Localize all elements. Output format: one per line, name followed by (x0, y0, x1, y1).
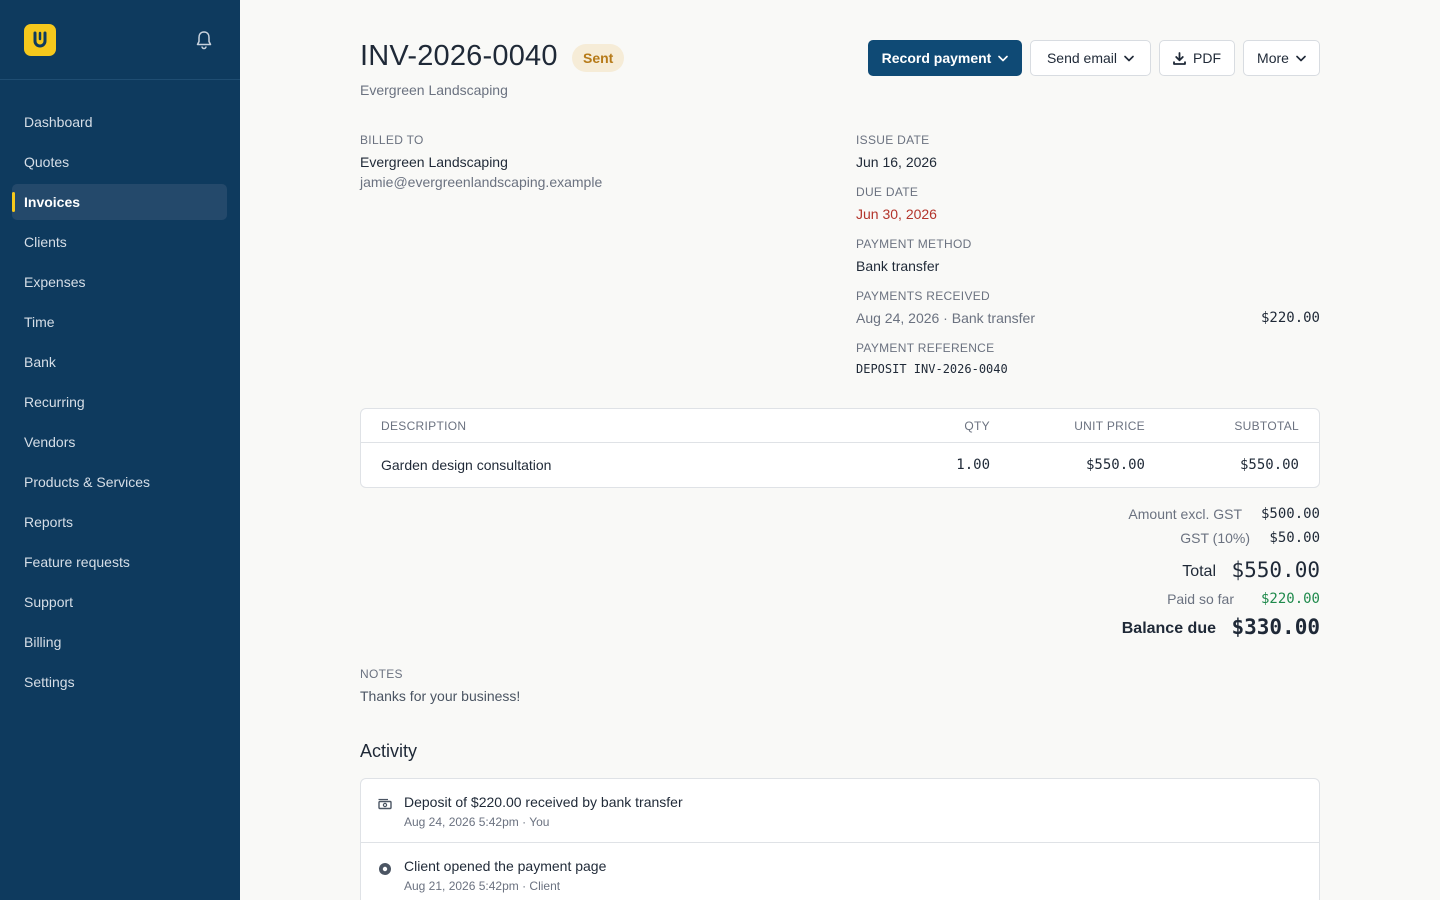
issue-date-label: ISSUE DATE (856, 133, 930, 147)
pdf-button[interactable]: PDF (1159, 40, 1235, 76)
activity-list: Deposit of $220.00 received by bank tran… (360, 778, 1320, 900)
gst-label: GST (10%) (1180, 530, 1250, 546)
billed-to-name: Evergreen Landscaping (360, 154, 508, 170)
sidebar-item-reports[interactable]: Reports (12, 504, 227, 540)
billed-to-email: jamie@evergreenlandscaping.example (360, 174, 603, 190)
column-header-subtotal: SUBTOTAL (1234, 419, 1299, 433)
total-label: Total (1182, 563, 1216, 580)
sidebar-item-invoices[interactable]: Invoices (12, 184, 227, 220)
record-payment-label: Record payment (881, 50, 992, 66)
payment-received-text: Aug 24, 2026 · Bank transfer (856, 310, 1035, 326)
column-header-qty: QTY (964, 419, 990, 433)
gst-value: $50.00 (1269, 530, 1320, 546)
payment-method-label: PAYMENT METHOD (856, 237, 972, 251)
list-item: Deposit of $220.00 received by bank tran… (361, 779, 1319, 842)
more-button[interactable]: More (1243, 40, 1320, 76)
activity-text: Deposit of $220.00 received by bank tran… (404, 794, 683, 810)
sidebar-item-label: Products & Services (24, 474, 151, 490)
sidebar-item-time[interactable]: Time (12, 304, 227, 340)
total-value: $550.00 (1231, 558, 1320, 582)
chevron-down-icon (1124, 55, 1134, 61)
sidebar-item-settings[interactable]: Settings (12, 664, 227, 700)
sidebar-header (0, 0, 240, 80)
sidebar-item-billing[interactable]: Billing (12, 624, 227, 660)
sidebar-item-label: Dashboard (24, 114, 93, 130)
activity-heading: Activity (360, 741, 418, 761)
payment-reference-value: DEPOSIT INV-2026-0040 (856, 362, 1008, 376)
chevron-down-icon (1296, 55, 1306, 61)
sidebar-item-expenses[interactable]: Expenses (12, 264, 227, 300)
column-header-unit-price: UNIT PRICE (1074, 419, 1145, 433)
sidebar-item-feature-requests[interactable]: Feature requests (12, 544, 227, 580)
pdf-label: PDF (1193, 50, 1221, 66)
sidebar-item-label: Invoices (24, 194, 81, 210)
amount-excl-gst-value: $500.00 (1260, 506, 1320, 522)
bell-icon[interactable] (193, 29, 215, 51)
amount-excl-gst-label: Amount excl. GST (1128, 506, 1242, 522)
sidebar-item-label: Support (24, 594, 74, 610)
sidebar-item-label: Recurring (24, 394, 85, 410)
app-logo-icon[interactable] (24, 24, 56, 56)
send-email-button[interactable]: Send email (1030, 40, 1151, 76)
row-unit-price: $550.00 (1085, 457, 1145, 473)
activity-text: Client opened the payment page (404, 858, 607, 874)
sidebar-item-label: Reports (24, 514, 74, 530)
due-date-value: Jun 30, 2026 (856, 206, 937, 222)
status-badge: Sent (572, 44, 625, 72)
sidebar-item-label: Clients (24, 234, 67, 250)
record-payment-button[interactable]: Record payment (868, 40, 1022, 76)
cash-icon (378, 798, 392, 810)
more-label: More (1257, 50, 1289, 66)
sidebar-item-label: Billing (24, 634, 62, 650)
due-date-label: DUE DATE (856, 185, 919, 199)
notes-label: NOTES (360, 667, 403, 681)
sidebar-item-label: Quotes (24, 154, 70, 170)
activity-meta: Aug 21, 2026 5:42pm · Client (404, 879, 561, 893)
sidebar-nav: Dashboard Quotes Invoices Clients Expens… (0, 104, 240, 704)
sidebar-item-quotes[interactable]: Quotes (12, 144, 227, 180)
list-item: Client opened the payment page Aug 21, 2… (361, 842, 1319, 900)
sidebar-item-label: Feature requests (24, 554, 130, 570)
paid-so-far-label: Paid so far (1167, 591, 1234, 607)
dot-circle-icon (379, 863, 391, 875)
row-description: Garden design consultation (381, 457, 552, 473)
balance-due-label: Balance due (1121, 620, 1216, 637)
billed-to-label: BILLED TO (360, 133, 424, 147)
sidebar-item-label: Settings (24, 674, 75, 690)
send-email-label: Send email (1046, 50, 1118, 66)
column-header-description: DESCRIPTION (381, 419, 467, 433)
sidebar-item-label: Expenses (24, 274, 86, 290)
row-qty: 1.00 (956, 457, 990, 473)
payment-reference-label: PAYMENT REFERENCE (856, 341, 995, 355)
page-subtitle: Evergreen Landscaping (360, 82, 508, 98)
sidebar: Dashboard Quotes Invoices Clients Expens… (0, 0, 240, 900)
balance-due-value: $330.00 (1231, 615, 1320, 639)
notes-text: Thanks for your business! (360, 688, 521, 704)
sidebar-item-vendors[interactable]: Vendors (12, 424, 227, 460)
line-items-table: DESCRIPTION QTY UNIT PRICE SUBTOTAL Gard… (360, 408, 1320, 488)
sidebar-item-products-services[interactable]: Products & Services (12, 464, 227, 500)
sidebar-item-dashboard[interactable]: Dashboard (12, 104, 227, 140)
sidebar-item-label: Vendors (24, 434, 76, 450)
sidebar-item-label: Bank (24, 354, 56, 370)
issue-date-value: Jun 16, 2026 (856, 154, 937, 170)
chevron-down-icon (998, 55, 1009, 61)
sidebar-item-clients[interactable]: Clients (12, 224, 227, 260)
sidebar-item-bank[interactable]: Bank (12, 344, 227, 380)
sidebar-item-label: Time (24, 314, 55, 330)
sidebar-item-recurring[interactable]: Recurring (12, 384, 227, 420)
payment-method-value: Bank transfer (856, 258, 940, 274)
row-subtotal: $550.00 (1239, 457, 1299, 473)
sidebar-item-support[interactable]: Support (12, 584, 227, 620)
download-icon (1173, 51, 1186, 65)
paid-so-far-value: $220.00 (1260, 591, 1320, 607)
table-header: DESCRIPTION QTY UNIT PRICE SUBTOTAL (361, 409, 1319, 443)
page-title: INV-2026-0040 (360, 40, 558, 72)
payments-received-label: PAYMENTS RECEIVED (856, 289, 991, 303)
payment-received-amount: $220.00 (1260, 310, 1320, 326)
activity-meta: Aug 24, 2026 5:42pm · You (404, 815, 550, 829)
